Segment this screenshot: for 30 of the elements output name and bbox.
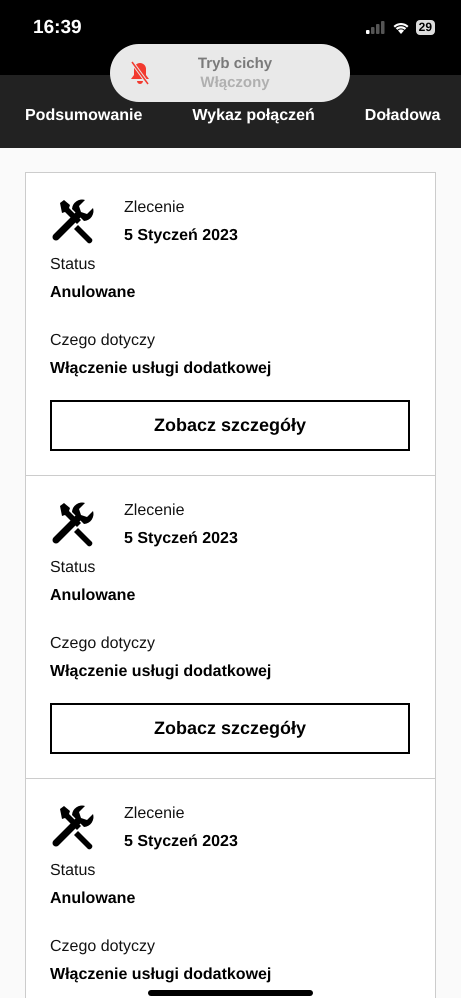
subject-label: Czego dotyczy	[50, 634, 155, 654]
subject-value: Włączenie usługi dodatkowej	[50, 662, 272, 682]
order-label: Zlecenie	[124, 804, 186, 824]
subject-label: Czego dotyczy	[50, 937, 155, 957]
order-date: 5 Styczeń 2023	[124, 529, 238, 549]
signal-icon	[366, 21, 386, 34]
subject-value: Włączenie usługi dodatkowej	[50, 965, 272, 985]
toast-subtitle: Włączony	[200, 74, 270, 91]
status-value: Anulowane	[50, 889, 136, 909]
status-value: Anulowane	[50, 283, 136, 303]
order-label: Zlecenie	[124, 198, 186, 218]
tab[interactable]: Wykaz połączeń	[192, 106, 315, 124]
details-button[interactable]: Zobacz szczegóły	[50, 703, 410, 754]
muted-bell-icon	[130, 61, 150, 85]
details-button[interactable]: Zobacz szczegóły	[50, 400, 410, 451]
status-value: Anulowane	[50, 586, 136, 606]
status-label: Status	[50, 255, 96, 275]
status-label: Status	[50, 558, 96, 578]
tab[interactable]: Doładowa	[364, 106, 440, 124]
order-date: 5 Styczeń 2023	[124, 832, 238, 852]
tab[interactable]: Podsumowanie	[25, 106, 142, 124]
status-label: Status	[50, 861, 96, 881]
subject-label: Czego dotyczy	[50, 331, 155, 351]
clock-time: 16:39	[33, 17, 82, 39]
battery-level: 29	[416, 20, 435, 35]
order-date: 5 Styczeń 2023	[124, 226, 238, 246]
wifi-icon	[392, 21, 410, 34]
order-label: Zlecenie	[124, 501, 186, 521]
toast-title: Tryb cichy	[198, 55, 272, 72]
subject-value: Włączenie usługi dodatkowej	[50, 359, 272, 379]
